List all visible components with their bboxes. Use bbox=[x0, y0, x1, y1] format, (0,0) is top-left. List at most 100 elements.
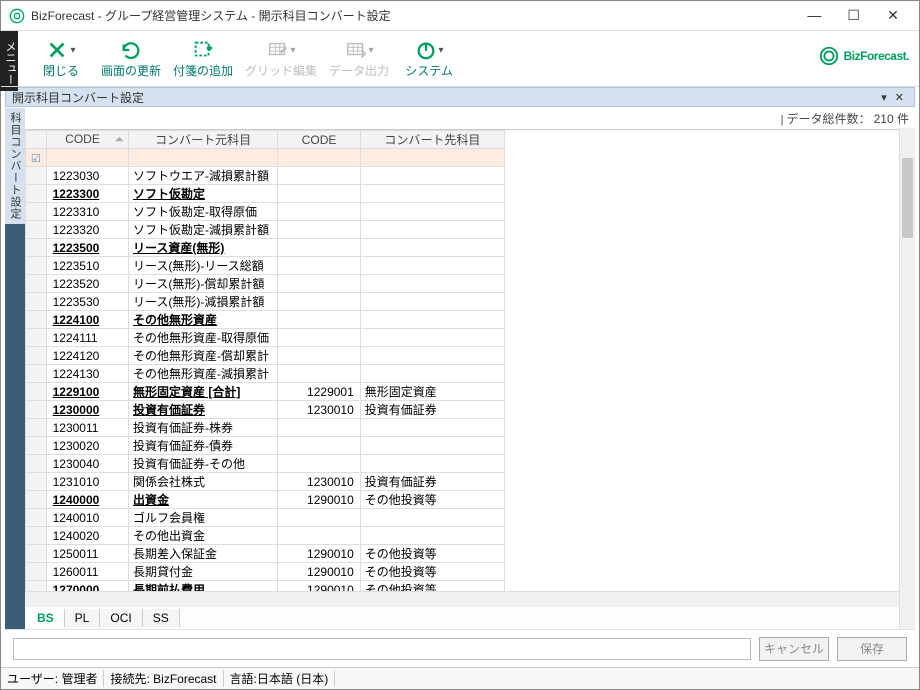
command-input[interactable] bbox=[13, 638, 751, 660]
cell-code[interactable]: 1230020 bbox=[46, 437, 128, 455]
filter-toggle[interactable]: ☑ bbox=[26, 149, 47, 167]
row-selector[interactable] bbox=[26, 419, 47, 437]
table-row[interactable]: 1223530リース(無形)-減損累計額 bbox=[26, 293, 505, 311]
grid-edit-button[interactable]: ▾ グリッド編集 bbox=[245, 38, 317, 79]
row-selector[interactable] bbox=[26, 527, 47, 545]
cell-code2[interactable] bbox=[278, 365, 360, 383]
cell-code2[interactable] bbox=[278, 167, 360, 185]
panel-dropdown-button[interactable]: ▾ bbox=[877, 91, 891, 104]
table-row[interactable]: 1230011投資有価証券-株券 bbox=[26, 419, 505, 437]
row-selector[interactable] bbox=[26, 311, 47, 329]
filter-src-name[interactable] bbox=[129, 149, 278, 167]
cell-code2[interactable] bbox=[278, 527, 360, 545]
cell-src-name[interactable]: その他無形資産-減損累計 bbox=[129, 365, 278, 383]
cell-dst-name[interactable] bbox=[360, 203, 504, 221]
cell-dst-name[interactable] bbox=[360, 185, 504, 203]
row-selector[interactable] bbox=[26, 509, 47, 527]
row-selector[interactable] bbox=[26, 365, 47, 383]
cell-code[interactable]: 1224100 bbox=[46, 311, 128, 329]
v-scrollbar[interactable] bbox=[899, 128, 915, 629]
cell-code2[interactable]: 1229001 bbox=[278, 383, 360, 401]
cell-code2[interactable] bbox=[278, 221, 360, 239]
cell-code[interactable]: 1223030 bbox=[46, 167, 128, 185]
cell-src-name[interactable]: その他無形資産-償却累計 bbox=[129, 347, 278, 365]
col-src-name[interactable]: コンバート元科目 bbox=[129, 131, 278, 149]
table-row[interactable]: 1240000出資金1290010その他投資等 bbox=[26, 491, 505, 509]
cell-code[interactable]: 1270000 bbox=[46, 581, 128, 592]
cell-src-name[interactable]: ソフト仮勘定-取得原価 bbox=[129, 203, 278, 221]
data-output-button[interactable]: ▾ データ出力 bbox=[329, 38, 389, 79]
cell-dst-name[interactable]: 無形固定資産 bbox=[360, 383, 504, 401]
cell-code[interactable]: 1224130 bbox=[46, 365, 128, 383]
cell-src-name[interactable]: リース(無形)-リース総額 bbox=[129, 257, 278, 275]
cell-src-name[interactable]: ゴルフ会員権 bbox=[129, 509, 278, 527]
cell-code2[interactable] bbox=[278, 185, 360, 203]
cell-code2[interactable]: 1290010 bbox=[278, 491, 360, 509]
cell-code2[interactable] bbox=[278, 347, 360, 365]
cell-src-name[interactable]: 長期貸付金 bbox=[129, 563, 278, 581]
side-tab-convert-settings[interactable]: 科目コンバート設定 bbox=[5, 108, 25, 224]
col-code2[interactable]: CODE bbox=[278, 131, 360, 149]
refresh-button[interactable]: 画面の更新 bbox=[101, 38, 161, 79]
cell-dst-name[interactable] bbox=[360, 239, 504, 257]
cell-src-name[interactable]: リース(無形)-減損累計額 bbox=[129, 293, 278, 311]
cell-code[interactable]: 1223530 bbox=[46, 293, 128, 311]
h-scrollbar[interactable] bbox=[25, 591, 915, 607]
grid-scroll[interactable]: CODE ⏶ コンバート元科目 CODE コンバート先科目 ☑ 1223030ソ… bbox=[25, 129, 915, 591]
cell-code2[interactable] bbox=[278, 293, 360, 311]
filter-dst-name[interactable] bbox=[360, 149, 504, 167]
cell-dst-name[interactable] bbox=[360, 455, 504, 473]
tab-ss[interactable]: SS bbox=[143, 609, 180, 627]
close-window-button[interactable]: ✕ bbox=[875, 4, 911, 28]
row-selector[interactable] bbox=[26, 257, 47, 275]
cell-src-name[interactable]: ソフトウエア-減損累計額 bbox=[129, 167, 278, 185]
cell-code[interactable]: 1230000 bbox=[46, 401, 128, 419]
cell-src-name[interactable]: 投資有価証券-その他 bbox=[129, 455, 278, 473]
cell-code2[interactable] bbox=[278, 311, 360, 329]
cell-code2[interactable] bbox=[278, 203, 360, 221]
cell-code2[interactable] bbox=[278, 437, 360, 455]
cell-dst-name[interactable] bbox=[360, 527, 504, 545]
cell-code2[interactable]: 1230010 bbox=[278, 473, 360, 491]
table-row[interactable]: 1223510リース(無形)-リース総額 bbox=[26, 257, 505, 275]
filter-code[interactable] bbox=[46, 149, 128, 167]
minimize-button[interactable]: — bbox=[796, 3, 832, 27]
cell-src-name[interactable]: 投資有価証券-債券 bbox=[129, 437, 278, 455]
cell-code2[interactable] bbox=[278, 239, 360, 257]
row-selector[interactable] bbox=[26, 563, 47, 581]
cell-dst-name[interactable] bbox=[360, 347, 504, 365]
close-button[interactable]: ▾ 閉じる bbox=[33, 38, 89, 79]
cell-code[interactable]: 1240010 bbox=[46, 509, 128, 527]
cell-dst-name[interactable] bbox=[360, 257, 504, 275]
table-row[interactable]: 1270000長期前払費用1290010その他投資等 bbox=[26, 581, 505, 592]
table-row[interactable]: 1240020その他出資金 bbox=[26, 527, 505, 545]
cell-dst-name[interactable] bbox=[360, 509, 504, 527]
table-row[interactable]: 1230040投資有価証券-その他 bbox=[26, 455, 505, 473]
cell-src-name[interactable]: リース資産(無形) bbox=[129, 239, 278, 257]
row-selector[interactable] bbox=[26, 293, 47, 311]
cell-code2[interactable]: 1230010 bbox=[278, 401, 360, 419]
panel-close-button[interactable]: ✕ bbox=[891, 91, 908, 104]
cell-code[interactable]: 1223300 bbox=[46, 185, 128, 203]
cell-code[interactable]: 1224120 bbox=[46, 347, 128, 365]
cell-code[interactable]: 1223510 bbox=[46, 257, 128, 275]
cell-code[interactable]: 1223320 bbox=[46, 221, 128, 239]
table-row[interactable]: 1223300ソフト仮勘定 bbox=[26, 185, 505, 203]
table-row[interactable]: 1223500リース資産(無形) bbox=[26, 239, 505, 257]
cell-code[interactable]: 1230011 bbox=[46, 419, 128, 437]
cell-dst-name[interactable]: 投資有価証券 bbox=[360, 473, 504, 491]
scroll-thumb[interactable] bbox=[902, 158, 913, 238]
cell-code2[interactable]: 1290010 bbox=[278, 545, 360, 563]
cell-src-name[interactable]: 長期差入保証金 bbox=[129, 545, 278, 563]
cell-code2[interactable]: 1290010 bbox=[278, 581, 360, 592]
cell-code2[interactable]: 1290010 bbox=[278, 563, 360, 581]
save-button[interactable]: 保存 bbox=[837, 637, 907, 661]
row-selector[interactable] bbox=[26, 185, 47, 203]
row-selector[interactable] bbox=[26, 383, 47, 401]
cell-src-name[interactable]: ソフト仮勘定-減損累計額 bbox=[129, 221, 278, 239]
system-button[interactable]: ▾ システム bbox=[401, 38, 457, 79]
cell-code2[interactable] bbox=[278, 275, 360, 293]
table-row[interactable]: 1260011長期貸付金1290010その他投資等 bbox=[26, 563, 505, 581]
cell-src-name[interactable]: 出資金 bbox=[129, 491, 278, 509]
cell-dst-name[interactable] bbox=[360, 311, 504, 329]
